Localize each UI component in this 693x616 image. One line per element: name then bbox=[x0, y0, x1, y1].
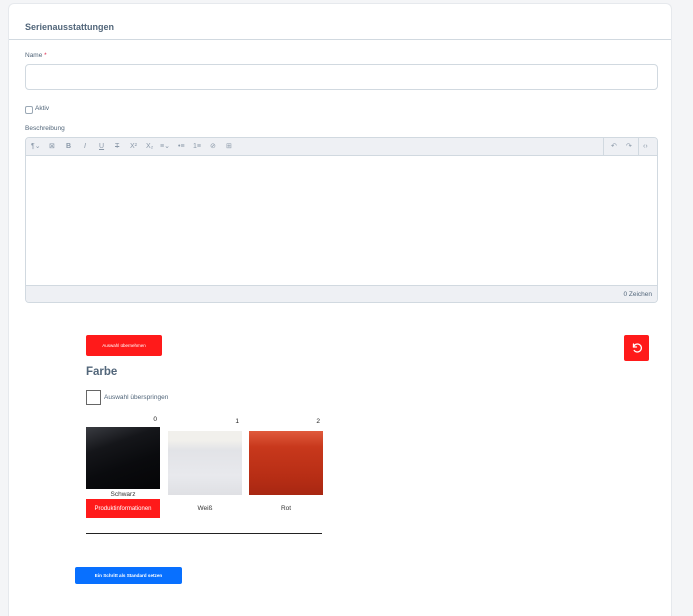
italic-icon[interactable]: I bbox=[84, 142, 86, 151]
active-label: Aktiv bbox=[35, 105, 50, 112]
swatch-name: Rot bbox=[280, 505, 292, 512]
swatch-image-red[interactable] bbox=[249, 431, 323, 495]
redo-icon[interactable]: ↷ bbox=[626, 142, 632, 151]
editor-toolbar: ¶⌄ ⊠ B I U T X² X₂ ≡⌄ •≡ 1≡ ⊘ ⊞ ↶ ↷ ‹› bbox=[26, 138, 657, 156]
subscript-icon[interactable]: X₂ bbox=[146, 142, 153, 151]
bullet-list-icon[interactable]: •≡ bbox=[178, 142, 185, 151]
skip-selection-checkbox[interactable] bbox=[86, 390, 101, 405]
code-view-icon[interactable]: ‹› bbox=[643, 142, 648, 151]
active-checkbox[interactable] bbox=[25, 106, 33, 114]
card-header: Serienausstattungen bbox=[9, 4, 671, 40]
swatch-white[interactable]: 1 Weiß bbox=[168, 418, 242, 518]
swatch-index: 0 bbox=[153, 416, 157, 423]
toolbar-divider bbox=[603, 138, 604, 156]
card-title: Serienausstattungen bbox=[25, 22, 115, 32]
reset-button[interactable] bbox=[624, 335, 649, 361]
swatch-black[interactable]: 0 Schwarz bbox=[86, 416, 160, 498]
toolbar-divider bbox=[638, 138, 639, 156]
description-editor[interactable]: ¶⌄ ⊠ B I U T X² X₂ ≡⌄ •≡ 1≡ ⊘ ⊞ ↶ ↷ ‹› 0… bbox=[25, 137, 658, 303]
product-info-button[interactable]: Produktinformationen bbox=[86, 499, 160, 518]
standard-equipment-card: Serienausstattungen Name * Aktiv Beschre… bbox=[8, 3, 672, 616]
swatch-image-white[interactable] bbox=[168, 431, 242, 495]
set-default-button[interactable]: Ein Schritt als Standard setzen bbox=[75, 567, 182, 584]
char-count: 0 Zeichen bbox=[623, 291, 652, 298]
strikethrough-icon[interactable]: T bbox=[115, 142, 119, 151]
editor-footer: 0 Zeichen bbox=[26, 285, 657, 302]
table-icon[interactable]: ⊞ bbox=[226, 142, 232, 151]
clear-format-icon[interactable]: ⊠ bbox=[49, 142, 55, 151]
link-icon[interactable]: ⊘ bbox=[210, 142, 216, 151]
swatch-name: Schwarz bbox=[110, 491, 136, 498]
swatch-name: Weiß bbox=[197, 505, 213, 512]
undo-icon[interactable]: ↶ bbox=[611, 142, 617, 151]
name-label: Name * bbox=[25, 52, 47, 59]
editor-content[interactable] bbox=[26, 156, 657, 286]
skip-selection-label: Auswahl überspringen bbox=[104, 394, 169, 401]
superscript-icon[interactable]: X² bbox=[130, 142, 137, 151]
reset-icon bbox=[632, 343, 642, 353]
paragraph-icon[interactable]: ¶⌄ bbox=[31, 142, 41, 151]
required-marker: * bbox=[44, 52, 47, 59]
align-icon[interactable]: ≡⌄ bbox=[160, 142, 170, 151]
description-label: Beschreibung bbox=[25, 125, 65, 132]
color-section-title: Farbe bbox=[86, 366, 118, 378]
numbered-list-icon[interactable]: 1≡ bbox=[193, 142, 201, 151]
name-input[interactable] bbox=[25, 64, 658, 90]
swatch-image-black[interactable] bbox=[86, 427, 160, 489]
bold-icon[interactable]: B bbox=[66, 142, 71, 151]
swatch-red[interactable]: 2 Rot bbox=[249, 418, 323, 518]
underline-icon[interactable]: U bbox=[99, 142, 104, 151]
divider bbox=[86, 533, 322, 534]
swatch-index: 2 bbox=[316, 418, 320, 425]
apply-selection-button[interactable]: Auswahl übernehmen bbox=[86, 335, 162, 356]
swatch-index: 1 bbox=[235, 418, 239, 425]
